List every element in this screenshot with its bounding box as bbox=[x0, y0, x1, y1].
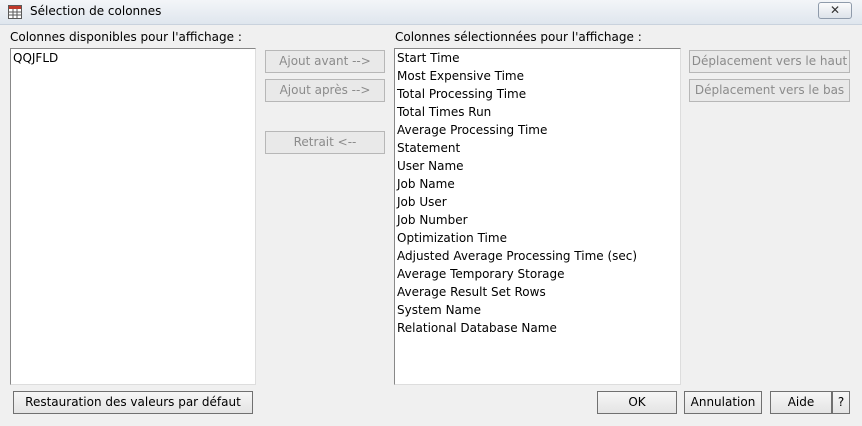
column-selection-dialog: Sélection de colonnes ✕ Colonnes disponi… bbox=[0, 0, 862, 426]
list-item[interactable]: Total Times Run bbox=[395, 103, 680, 121]
context-help-button[interactable]: ? bbox=[832, 391, 850, 414]
close-button[interactable]: ✕ bbox=[818, 2, 852, 19]
list-item[interactable]: Statement bbox=[395, 139, 680, 157]
list-item[interactable]: System Name bbox=[395, 301, 680, 319]
cancel-button[interactable]: Annulation bbox=[684, 391, 762, 414]
available-columns-list[interactable]: QQJFLD bbox=[10, 48, 256, 385]
list-item[interactable]: Relational Database Name bbox=[395, 319, 680, 337]
list-item[interactable]: Adjusted Average Processing Time (sec) bbox=[395, 247, 680, 265]
list-item[interactable]: Average Processing Time bbox=[395, 121, 680, 139]
add-after-button[interactable]: Ajout après --> bbox=[265, 79, 385, 102]
window-title: Sélection de colonnes bbox=[30, 4, 162, 18]
move-down-button[interactable]: Déplacement vers le bas bbox=[689, 79, 850, 102]
restore-defaults-button[interactable]: Restauration des valeurs par défaut bbox=[13, 391, 253, 414]
list-item[interactable]: Average Result Set Rows bbox=[395, 283, 680, 301]
list-item[interactable]: Average Temporary Storage bbox=[395, 265, 680, 283]
remove-button[interactable]: Retrait <-- bbox=[265, 131, 385, 154]
ok-button[interactable]: OK bbox=[597, 391, 677, 414]
list-item[interactable]: Job User bbox=[395, 193, 680, 211]
list-item[interactable]: Job Number bbox=[395, 211, 680, 229]
move-up-button[interactable]: Déplacement vers le haut bbox=[689, 50, 850, 73]
table-icon bbox=[8, 5, 22, 19]
add-before-button[interactable]: Ajout avant --> bbox=[265, 50, 385, 73]
help-button[interactable]: Aide bbox=[770, 391, 832, 414]
list-item[interactable]: User Name bbox=[395, 157, 680, 175]
list-item[interactable]: Total Processing Time bbox=[395, 85, 680, 103]
list-item[interactable]: Job Name bbox=[395, 175, 680, 193]
selected-columns-list[interactable]: Start Time Most Expensive Time Total Proce… bbox=[394, 48, 681, 385]
close-icon: ✕ bbox=[829, 3, 841, 17]
list-item[interactable]: Most Expensive Time bbox=[395, 67, 680, 85]
list-item[interactable]: QQJFLD bbox=[11, 49, 255, 67]
title-bar: Sélection de colonnes ✕ bbox=[0, 0, 862, 25]
list-item[interactable]: Start Time bbox=[395, 49, 680, 67]
list-item[interactable]: Optimization Time bbox=[395, 229, 680, 247]
selected-columns-label: Colonnes sélectionnées pour l'affichage … bbox=[395, 30, 642, 44]
available-columns-label: Colonnes disponibles pour l'affichage : bbox=[10, 30, 242, 44]
